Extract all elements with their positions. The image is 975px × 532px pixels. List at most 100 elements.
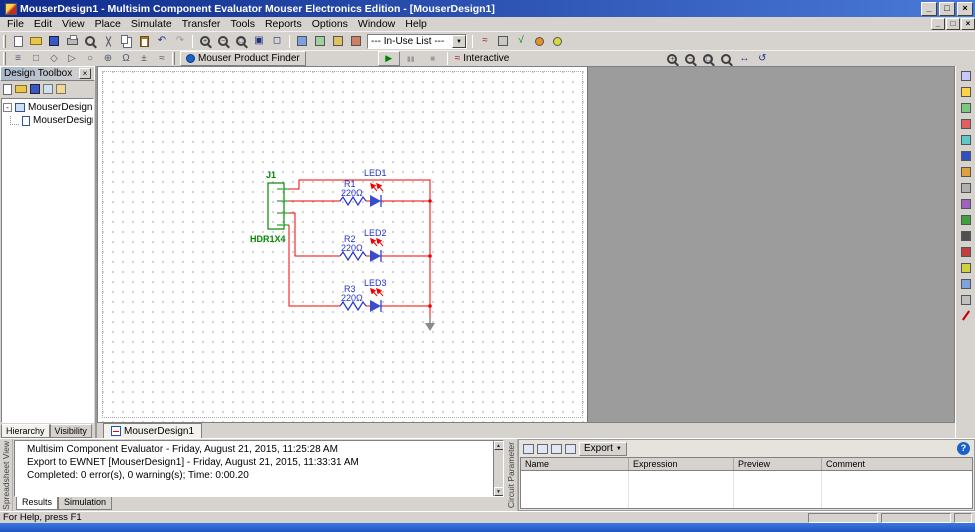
dt-hierarchy-icon[interactable] bbox=[43, 84, 53, 94]
paste-button[interactable] bbox=[135, 33, 153, 49]
graph-zoom-width-button[interactable]: ↔ bbox=[735, 51, 753, 67]
close-button[interactable]: × bbox=[957, 2, 973, 16]
help-button[interactable]: ? bbox=[957, 442, 970, 455]
design-tree[interactable]: - MouserDesign1 MouserDesign1 bbox=[1, 98, 94, 423]
led3-ref-label[interactable]: LED3 bbox=[364, 278, 387, 288]
place-electromechanical-button[interactable] bbox=[957, 292, 974, 307]
paste-parameter-icon[interactable] bbox=[565, 444, 576, 454]
windows-taskbar[interactable] bbox=[0, 523, 975, 532]
column-expression[interactable]: Expression bbox=[629, 458, 734, 470]
title-bar[interactable]: MouserDesign1 - Multisim Component Evalu… bbox=[0, 0, 975, 17]
open-file-button[interactable] bbox=[27, 33, 45, 49]
menu-place[interactable]: Place bbox=[90, 18, 126, 31]
r2-value-label[interactable]: 220Ω bbox=[341, 243, 363, 253]
place-basic-button[interactable] bbox=[957, 84, 974, 99]
place-source-quick-button[interactable]: ± bbox=[135, 51, 153, 67]
maximize-button[interactable]: □ bbox=[939, 2, 955, 16]
column-name[interactable]: Name bbox=[521, 458, 629, 470]
spreadsheet-side-strip[interactable]: Spreadsheet View bbox=[0, 439, 13, 511]
place-source-button[interactable] bbox=[957, 68, 974, 83]
menu-window[interactable]: Window bbox=[353, 18, 400, 31]
parameters-grid-body[interactable] bbox=[521, 471, 972, 508]
schematic-page-label[interactable]: MouserDesign1 bbox=[33, 115, 94, 126]
graph-zoom-in-button[interactable]: + bbox=[663, 51, 681, 67]
toolbar-grip[interactable] bbox=[172, 52, 175, 65]
mdi-close-button[interactable]: × bbox=[961, 18, 975, 30]
in-place-edit-button[interactable] bbox=[957, 308, 974, 323]
dt-save-icon[interactable] bbox=[30, 84, 40, 94]
led-led2[interactable]: LED2 bbox=[364, 228, 387, 262]
led2-ref-label[interactable]: LED2 bbox=[364, 228, 387, 238]
zoom-out-button[interactable]: − bbox=[214, 33, 232, 49]
tab-hierarchy[interactable]: Hierarchy bbox=[1, 424, 50, 438]
sheet-tab-mouserdesign1[interactable]: MouserDesign1 bbox=[103, 423, 202, 438]
new-file-button[interactable] bbox=[9, 33, 27, 49]
in-use-list-combo[interactable]: --- In-Use List --- ▼ bbox=[367, 34, 467, 49]
place-wire-button[interactable]: □ bbox=[27, 51, 45, 67]
menu-tools[interactable]: Tools bbox=[225, 18, 260, 31]
design-toolbox-header[interactable]: Design Toolbox × bbox=[0, 66, 95, 81]
remove-parameter-icon[interactable] bbox=[537, 444, 548, 454]
r1-value-label[interactable]: 220Ω bbox=[341, 188, 363, 198]
grapher-button[interactable]: ≈ bbox=[476, 33, 494, 49]
design-toolbox-close-button[interactable]: × bbox=[79, 68, 91, 79]
connector-ref-label[interactable]: J1 bbox=[266, 170, 276, 180]
place-mixed-button[interactable] bbox=[957, 196, 974, 211]
print-preview-button[interactable] bbox=[81, 33, 99, 49]
pause-simulation-button[interactable]: ▮▮ bbox=[400, 51, 422, 66]
minimize-button[interactable]: _ bbox=[921, 2, 937, 16]
tree-child-row[interactable]: MouserDesign1 bbox=[3, 114, 92, 127]
tab-results[interactable]: Results bbox=[16, 497, 58, 510]
place-misc-digital-button[interactable] bbox=[957, 180, 974, 195]
column-comment[interactable]: Comment bbox=[822, 458, 972, 470]
stop-simulation-button[interactable]: ■ bbox=[422, 51, 444, 66]
menu-transfer[interactable]: Transfer bbox=[177, 18, 226, 31]
toolbar-grip[interactable] bbox=[3, 52, 6, 65]
database-manager-button[interactable] bbox=[329, 33, 347, 49]
menu-file[interactable]: File bbox=[2, 18, 29, 31]
spreadsheet-view-toggle-button[interactable] bbox=[311, 33, 329, 49]
cut-button[interactable] bbox=[99, 33, 117, 49]
graph-zoom-undo-button[interactable]: ↺ bbox=[753, 51, 771, 67]
graph-zoom-fit-button[interactable] bbox=[717, 51, 735, 67]
place-rf-button[interactable] bbox=[957, 276, 974, 291]
breadboard-view-button[interactable] bbox=[530, 33, 548, 49]
zoom-fit-button[interactable]: ▣ bbox=[250, 33, 268, 49]
led-led3[interactable]: LED3 bbox=[364, 278, 387, 312]
results-log[interactable]: Multisim Component Evaluator - Friday, A… bbox=[14, 440, 504, 497]
dt-new-icon[interactable] bbox=[3, 84, 12, 95]
connector-j1[interactable]: J1 HDR1X4 bbox=[250, 170, 289, 244]
tree-collapse-toggle[interactable]: - bbox=[3, 103, 12, 112]
resistor-r2[interactable]: R2 220Ω bbox=[340, 234, 366, 260]
r3-value-label[interactable]: 220Ω bbox=[341, 293, 363, 303]
circuit-parameter-strip[interactable]: Circuit Parameter bbox=[505, 439, 518, 511]
place-ttl-button[interactable] bbox=[957, 148, 974, 163]
place-signal-button[interactable]: ≈ bbox=[153, 51, 171, 67]
redo-button[interactable]: ↷ bbox=[171, 33, 189, 49]
add-parameter-icon[interactable] bbox=[523, 444, 534, 454]
electrical-rules-check-button[interactable]: √ bbox=[512, 33, 530, 49]
zoom-area-button[interactable]: □ bbox=[232, 33, 250, 49]
postprocessor-button[interactable] bbox=[494, 33, 512, 49]
print-button[interactable] bbox=[63, 33, 81, 49]
menu-help[interactable]: Help bbox=[400, 18, 432, 31]
menu-options[interactable]: Options bbox=[307, 18, 353, 31]
dangling-wire-arrow[interactable] bbox=[425, 317, 435, 331]
place-resistor-button[interactable]: Ω bbox=[117, 51, 135, 67]
schematic-workspace[interactable]: J1 HDR1X4 R1 220Ω bbox=[97, 66, 955, 422]
led1-ref-label[interactable]: LED1 bbox=[364, 168, 387, 178]
toolbar-grip[interactable] bbox=[3, 35, 6, 48]
place-junction-button[interactable]: ▷ bbox=[63, 51, 81, 67]
schematic-sheet[interactable]: J1 HDR1X4 R1 220Ω bbox=[98, 67, 588, 422]
place-indicator-button[interactable] bbox=[957, 212, 974, 227]
mdi-restore-button[interactable]: □ bbox=[946, 18, 960, 30]
tab-simulation[interactable]: Simulation bbox=[58, 497, 112, 510]
circuit-svg[interactable]: J1 HDR1X4 R1 220Ω bbox=[98, 67, 588, 422]
scroll-down-button[interactable]: ▼ bbox=[494, 487, 504, 496]
place-analog-button[interactable] bbox=[957, 132, 974, 147]
interactive-analysis-button[interactable]: ≈ Interactive bbox=[451, 51, 514, 66]
scroll-up-button[interactable]: ▲ bbox=[494, 441, 504, 450]
place-transistor-button[interactable] bbox=[957, 116, 974, 131]
design-root-label[interactable]: MouserDesign1 bbox=[28, 102, 94, 113]
dt-visibility-icon[interactable] bbox=[56, 84, 66, 94]
